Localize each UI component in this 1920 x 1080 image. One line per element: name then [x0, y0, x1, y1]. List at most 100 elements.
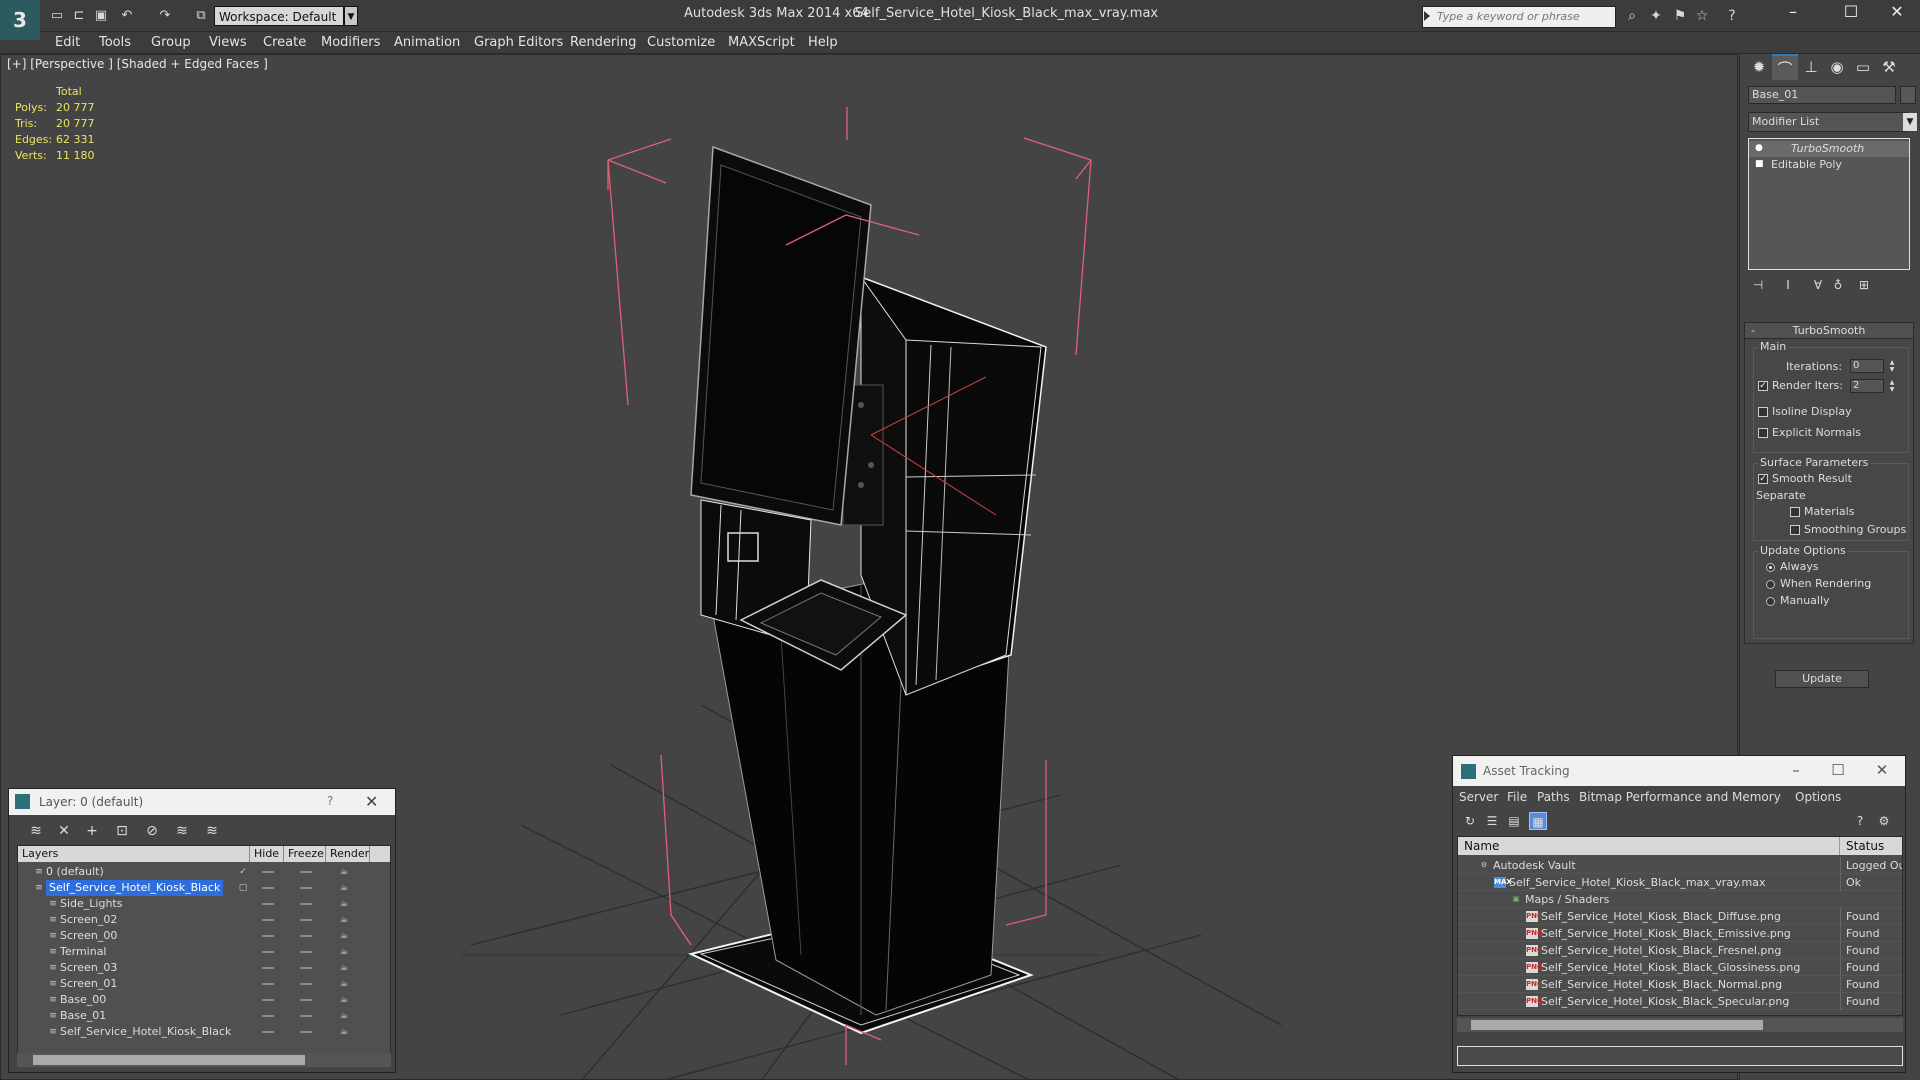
manually-radio[interactable] [1766, 597, 1775, 606]
render-teapot-icon[interactable]: ☕ [340, 931, 351, 941]
maximize-icon[interactable]: ☐ [1823, 761, 1853, 779]
remove-modifier-icon[interactable]: ♁ [1828, 276, 1848, 294]
update-button[interactable]: Update [1775, 670, 1869, 688]
col-layers[interactable]: Layers [18, 846, 250, 862]
maximize-icon[interactable]: ☐ [1828, 0, 1874, 26]
utilities-tab-icon[interactable]: ⚒ [1876, 54, 1902, 80]
col-hide[interactable]: Hide [250, 846, 284, 862]
asset-row[interactable]: PNG Self_Service_Hotel_Kiosk_Black_Glossi… [1458, 959, 1902, 976]
freeze-toggle[interactable] [300, 983, 312, 985]
menu-bitmap-performance[interactable]: Bitmap Performance and Memory [1579, 790, 1781, 804]
close-icon[interactable]: ✕ [1874, 0, 1920, 26]
freeze-all-icon[interactable]: ≋ [201, 822, 223, 840]
minimize-icon[interactable]: – [1770, 0, 1816, 26]
layer-row[interactable]: ≡ Side_Lights ☕ [18, 896, 390, 912]
asset-row[interactable]: PNG Self_Service_Hotel_Kiosk_Black_Specul… [1458, 993, 1902, 1010]
asset-row[interactable]: ⚙ Autodesk Vault Logged Ou [1458, 857, 1902, 874]
close-icon[interactable]: ✕ [1867, 761, 1897, 779]
layer-dialog-title-bar[interactable]: Layer: 0 (default) ? ✕ [9, 789, 395, 815]
asset-row[interactable]: MAX Self_Service_Hotel_Kiosk_Black_max_vr… [1458, 874, 1902, 891]
chevron-down-icon[interactable]: ▼ [1903, 113, 1917, 131]
minimize-icon[interactable]: – [1781, 761, 1811, 779]
highlight-layer-icon[interactable]: ⊘ [141, 822, 163, 840]
asset-table[interactable]: Name Status ⚙ Autodesk Vault Logged Ou MAX S… [1457, 836, 1903, 1016]
render-teapot-icon[interactable]: ☕ [340, 915, 351, 925]
col-status[interactable]: Status [1840, 837, 1902, 855]
add-to-layer-icon[interactable]: + [81, 822, 103, 840]
col-render[interactable]: Render [326, 846, 370, 862]
new-file-icon[interactable]: ▭ [48, 7, 66, 25]
render-teapot-icon[interactable]: ☕ [340, 1011, 351, 1021]
communication-icon[interactable]: ⚑ [1670, 7, 1690, 25]
stack-item-editable-poly[interactable]: ■ Editable Poly [1749, 157, 1909, 173]
object-color-swatch[interactable] [1900, 86, 1916, 104]
table-view-icon[interactable]: ▦ [1529, 812, 1547, 830]
hide-toggle[interactable] [262, 871, 274, 873]
layer-row[interactable]: ≡ Terminal ☕ [18, 944, 390, 960]
layer-row[interactable]: ≡ Screen_02 ☕ [18, 912, 390, 928]
materials-checkbox[interactable] [1790, 507, 1800, 517]
asset-row[interactable]: PNG Self_Service_Hotel_Kiosk_Black_Diffus… [1458, 908, 1902, 925]
save-file-icon[interactable]: ▣ [92, 7, 110, 25]
horizontal-scrollbar[interactable] [1457, 1018, 1903, 1032]
render-teapot-icon[interactable]: ☕ [340, 899, 351, 909]
help-icon[interactable]: ? [1851, 812, 1869, 830]
render-teapot-icon[interactable]: ☕ [340, 963, 351, 973]
favorites-star-icon[interactable]: ☆ [1692, 7, 1712, 25]
menu-edit[interactable]: Edit [55, 35, 80, 50]
set-current-layer-icon[interactable]: ▢ [238, 883, 248, 893]
freeze-toggle[interactable] [300, 887, 312, 889]
layer-table[interactable]: Layers Hide Freeze Render ≡ 0 (default) ✓ ☕… [17, 845, 391, 1061]
render-teapot-icon[interactable]: ☕ [340, 979, 351, 989]
freeze-toggle[interactable] [300, 951, 312, 953]
freeze-toggle[interactable] [300, 1015, 312, 1017]
col-name[interactable]: Name [1458, 837, 1840, 855]
render-teapot-icon[interactable]: ☕ [340, 883, 351, 893]
workspace-dropdown[interactable]: Workspace: Default [214, 6, 344, 26]
app-logo-icon[interactable]: 3 [0, 0, 40, 40]
open-file-icon[interactable]: ⊏ [70, 7, 88, 25]
help-icon[interactable]: ? [327, 794, 333, 808]
create-tab-sun-icon[interactable]: ✹ [1746, 54, 1772, 80]
collapse-icon[interactable]: - [1751, 323, 1755, 339]
expand-plus-icon[interactable]: ■ [1755, 160, 1764, 169]
asset-row[interactable]: ▣ Maps / Shaders [1458, 891, 1902, 908]
hide-toggle[interactable] [262, 919, 274, 921]
layer-row[interactable]: ≡ Screen_03 ☕ [18, 960, 390, 976]
asset-row[interactable]: PNG Self_Service_Hotel_Kiosk_Black_Emissi… [1458, 925, 1902, 942]
smoothing-groups-checkbox[interactable] [1790, 525, 1800, 535]
asset-dialog-title-bar[interactable]: Asset Tracking – ☐ ✕ [1453, 756, 1905, 786]
modifier-stack[interactable]: ● TurboSmooth ■ Editable Poly [1748, 138, 1910, 270]
menu-file[interactable]: File [1507, 790, 1527, 804]
layer-row[interactable]: ≡ Base_01 ☕ [18, 1008, 390, 1024]
menu-paths[interactable]: Paths [1537, 790, 1570, 804]
layers-icon[interactable]: ≋ [25, 822, 47, 840]
menu-options[interactable]: Options [1795, 790, 1841, 804]
hide-toggle[interactable] [262, 903, 274, 905]
rollout-header[interactable]: - TurboSmooth [1745, 323, 1913, 339]
hide-toggle[interactable] [262, 999, 274, 1001]
stack-item-turbosmooth[interactable]: ● TurboSmooth [1749, 141, 1909, 157]
freeze-toggle[interactable] [300, 903, 312, 905]
refresh-icon[interactable]: ↻ [1461, 812, 1479, 830]
render-iters-checkbox[interactable]: ✓ [1758, 381, 1768, 391]
chevron-down-icon[interactable]: ▼ [344, 6, 358, 26]
layer-row[interactable]: ≡ Screen_01 ☕ [18, 976, 390, 992]
settings-icon[interactable]: ⚙ [1875, 812, 1893, 830]
layer-row[interactable]: ≡ Self_Service_Hotel_Kiosk_Black ☕ [18, 1024, 390, 1040]
menu-help[interactable]: Help [808, 35, 838, 50]
binoculars-icon[interactable]: ⌕ [1622, 7, 1642, 25]
hide-toggle[interactable] [262, 1031, 274, 1033]
search-arrow-icon[interactable] [1424, 11, 1430, 21]
freeze-toggle[interactable] [300, 935, 312, 937]
when-rendering-radio[interactable] [1766, 580, 1775, 589]
make-unique-icon[interactable]: ∀ [1808, 276, 1828, 294]
menu-customize[interactable]: Customize [647, 35, 715, 50]
hide-toggle[interactable] [262, 935, 274, 937]
menu-animation[interactable]: Animation [394, 35, 460, 50]
layer-row[interactable]: ≡ Base_00 ☕ [18, 992, 390, 1008]
hide-toggle[interactable] [262, 1015, 274, 1017]
render-teapot-icon[interactable]: ☕ [340, 995, 351, 1005]
render-iters-spinner[interactable]: 2 [1850, 379, 1884, 393]
freeze-toggle[interactable] [300, 919, 312, 921]
